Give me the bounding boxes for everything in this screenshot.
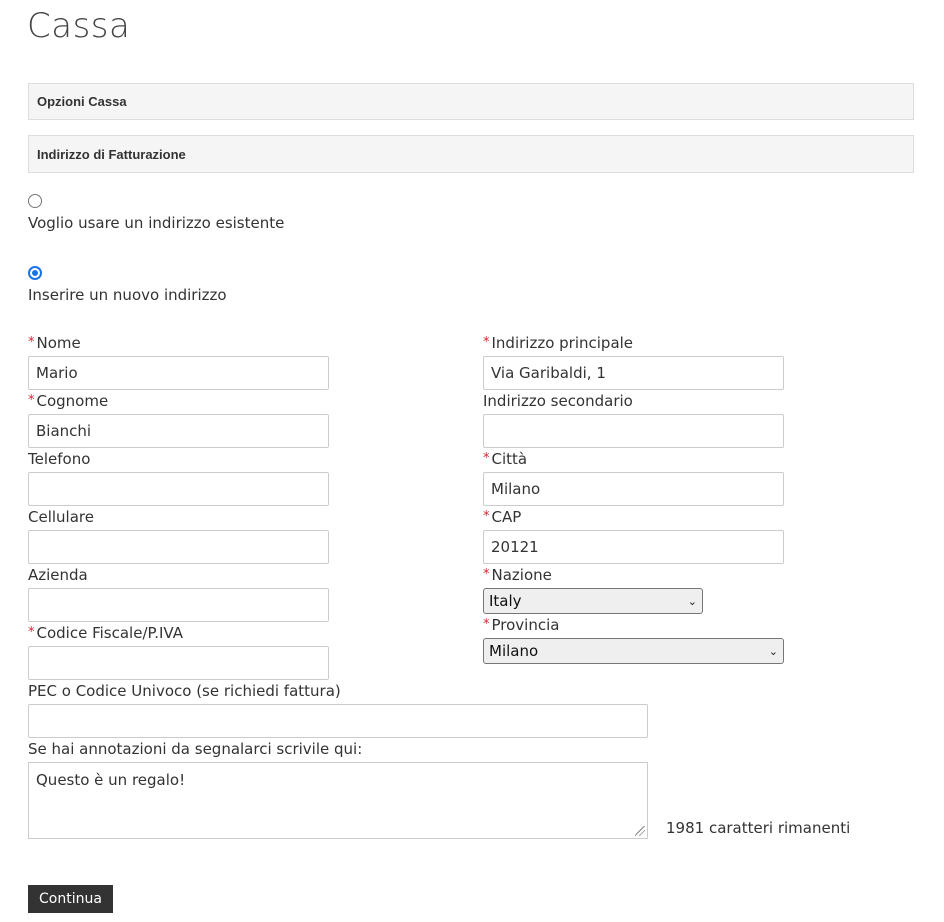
- last-name-input[interactable]: [28, 414, 329, 448]
- chevron-down-icon: ⌄: [687, 594, 697, 608]
- required-marker: *: [483, 451, 490, 466]
- notes-textarea[interactable]: Questo è un regalo!: [28, 762, 648, 839]
- notes-textarea-value: Questo è un regalo!: [36, 771, 186, 789]
- city-label-text: Città: [491, 450, 528, 468]
- phone-input[interactable]: [28, 472, 329, 506]
- pec-input[interactable]: [28, 704, 648, 738]
- panel-billing-address[interactable]: Indirizzo di Fatturazione: [28, 135, 914, 173]
- zip-input[interactable]: [483, 530, 784, 564]
- first-name-label: * Nome: [28, 334, 81, 352]
- chevron-down-icon: ⌄: [768, 644, 778, 658]
- required-marker: *: [28, 335, 35, 350]
- required-marker: *: [483, 567, 490, 582]
- continue-button[interactable]: Continua: [28, 885, 113, 913]
- mobile-input[interactable]: [28, 530, 329, 564]
- page-title: Cassa: [27, 6, 131, 46]
- notes-label: Se hai annotazioni da segnalarci scrivil…: [28, 740, 363, 758]
- province-select[interactable]: Milano ⌄: [483, 638, 784, 664]
- tax-code-input[interactable]: [28, 646, 329, 680]
- zip-label: * CAP: [483, 508, 521, 526]
- panel-checkout-options-title: Opzioni Cassa: [37, 94, 127, 109]
- radio-new-address-label[interactable]: Inserire un nuovo indirizzo: [28, 286, 227, 304]
- phone-label: Telefono: [28, 450, 91, 468]
- address2-label: Indirizzo secondario: [483, 392, 633, 410]
- pec-label: PEC o Codice Univoco (se richiedi fattur…: [28, 682, 341, 700]
- address1-input[interactable]: [483, 356, 784, 390]
- last-name-label-text: Cognome: [36, 392, 109, 410]
- last-name-label: * Cognome: [28, 392, 108, 410]
- country-label-text: Nazione: [491, 566, 552, 584]
- required-marker: *: [483, 509, 490, 524]
- zip-label-text: CAP: [491, 508, 522, 526]
- province-select-value: Milano: [489, 642, 539, 660]
- address1-label: * Indirizzo principale: [483, 334, 633, 352]
- province-label-text: Provincia: [491, 616, 560, 634]
- tax-code-label-text: Codice Fiscale/P.IVA: [36, 624, 183, 642]
- mobile-label: Cellulare: [28, 508, 94, 526]
- resize-handle-icon[interactable]: [635, 826, 645, 836]
- first-name-label-text: Nome: [36, 334, 81, 352]
- country-label: * Nazione: [483, 566, 552, 584]
- company-label: Azienda: [28, 566, 88, 584]
- required-marker: *: [28, 393, 35, 408]
- city-input[interactable]: [483, 472, 784, 506]
- address2-input[interactable]: [483, 414, 784, 448]
- required-marker: *: [28, 625, 35, 640]
- address1-label-text: Indirizzo principale: [491, 334, 634, 352]
- radio-existing-address[interactable]: [28, 194, 42, 208]
- city-label: * Città: [483, 450, 527, 468]
- country-select-value: Italy: [489, 592, 522, 610]
- required-marker: *: [483, 617, 490, 632]
- radio-existing-address-label[interactable]: Voglio usare un indirizzo esistente: [28, 214, 284, 232]
- panel-checkout-options[interactable]: Opzioni Cassa: [28, 83, 914, 120]
- required-marker: *: [483, 335, 490, 350]
- tax-code-label: * Codice Fiscale/P.IVA: [28, 624, 183, 642]
- company-input[interactable]: [28, 588, 329, 622]
- province-label: * Provincia: [483, 616, 559, 634]
- first-name-input[interactable]: [28, 356, 329, 390]
- country-select[interactable]: Italy ⌄: [483, 588, 703, 614]
- radio-new-address[interactable]: [28, 266, 42, 280]
- panel-billing-address-title: Indirizzo di Fatturazione: [37, 146, 186, 162]
- notes-char-counter: 1981 caratteri rimanenti: [666, 819, 851, 837]
